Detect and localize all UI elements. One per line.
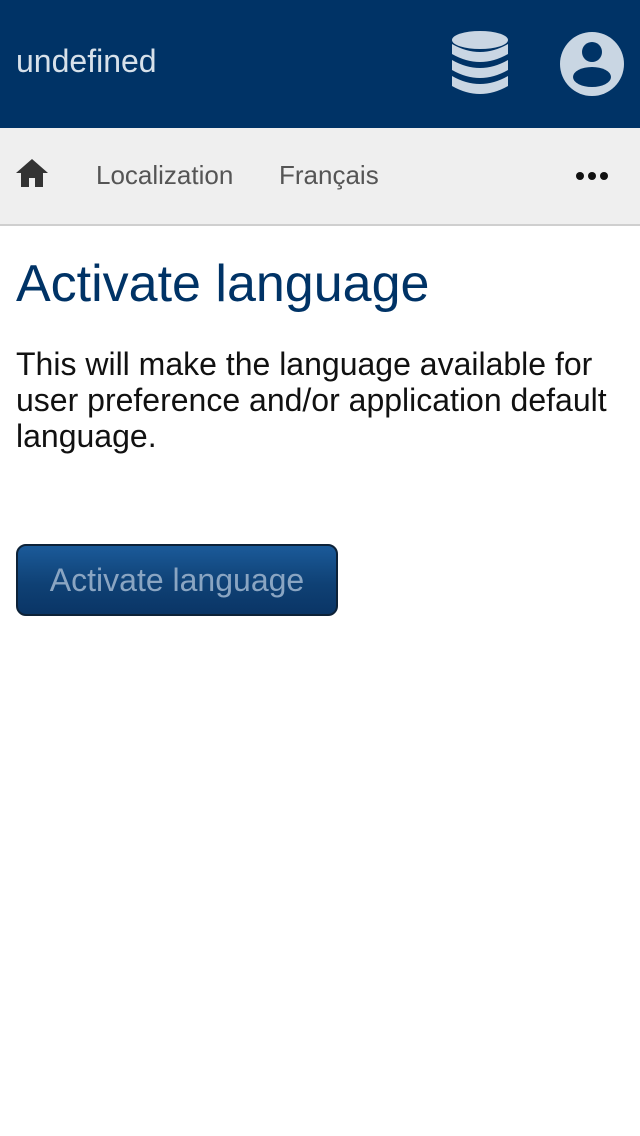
page-title: Activate language: [16, 255, 430, 313]
activate-language-button[interactable]: Activate language: [16, 544, 338, 616]
more-horizontal-icon[interactable]: [572, 164, 612, 188]
home-icon[interactable]: [14, 156, 50, 192]
description-text: This will make the language available fo…: [16, 346, 607, 454]
breadcrumb-item-localization[interactable]: Localization: [96, 158, 233, 192]
breadcrumb-item-language[interactable]: Français: [279, 158, 379, 192]
database-icon[interactable]: [450, 30, 510, 98]
user-circle-icon[interactable]: [558, 30, 626, 98]
breadcrumb: Localization Français: [0, 128, 640, 226]
app-title: undefined: [16, 43, 157, 79]
app-header: undefined: [0, 0, 640, 128]
